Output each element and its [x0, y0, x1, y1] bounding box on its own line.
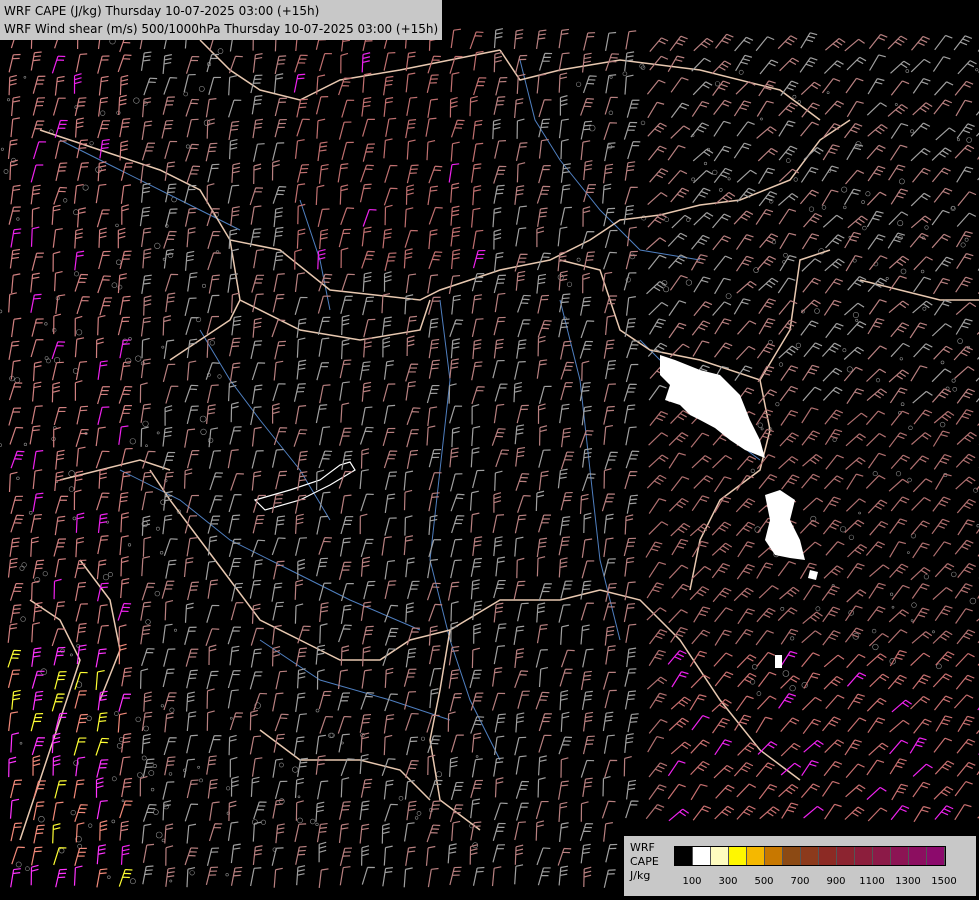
legend-swatch [891, 847, 909, 865]
legend-tick-label: 1500 [931, 876, 957, 887]
legend-label-model: WRF [630, 841, 655, 854]
legend-swatch [873, 847, 891, 865]
legend-swatch [819, 847, 837, 865]
legend-tick-label: 1300 [895, 876, 921, 887]
wind-shear-title: WRF Wind shear (m/s) 500/1000hPa Thursda… [4, 22, 439, 36]
legend-color-scale [674, 846, 946, 866]
legend-swatch [801, 847, 819, 865]
legend-swatch [729, 847, 747, 865]
legend-tick-label: 300 [718, 876, 738, 887]
weather-map [0, 0, 979, 900]
legend-swatch [927, 847, 945, 865]
legend-label-variable: CAPE [630, 855, 659, 868]
legend-swatch [711, 847, 729, 865]
legend-swatch [783, 847, 801, 865]
legend-tick-label: 900 [826, 876, 846, 887]
legend-swatch [855, 847, 873, 865]
legend-tick-label: 1100 [859, 876, 885, 887]
legend-swatch [837, 847, 855, 865]
legend-tick-label: 100 [682, 876, 702, 887]
legend-tick-label: 500 [754, 876, 774, 887]
map-title-box: WRF CAPE (J/kg) Thursday 10-07-2025 03:0… [0, 0, 443, 40]
legend-tick-label: 700 [790, 876, 810, 887]
legend-swatch [765, 847, 783, 865]
legend-swatch [675, 847, 693, 865]
legend-swatch [909, 847, 927, 865]
cape-title: WRF CAPE (J/kg) Thursday 10-07-2025 03:0… [4, 4, 320, 18]
legend-swatch [693, 847, 711, 865]
cape-legend: WRF CAPE J/kg 100 300 500 700 900 1100 1300 150… [624, 836, 976, 896]
legend-swatch [747, 847, 765, 865]
legend-label-unit: J/kg [630, 869, 651, 882]
